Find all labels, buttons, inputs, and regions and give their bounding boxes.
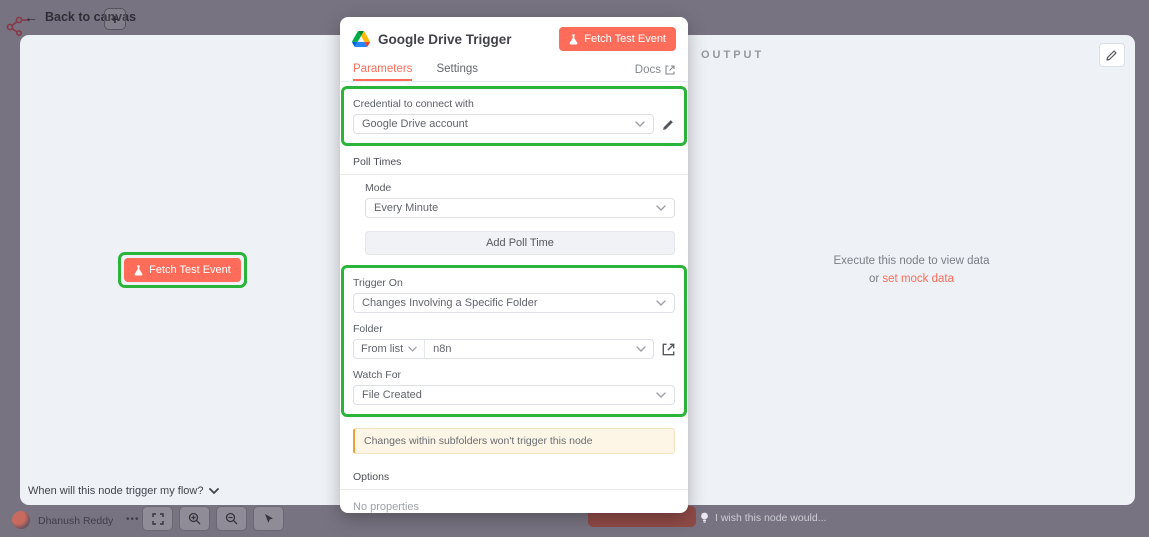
chevron-down-icon: [635, 121, 645, 127]
poll-times-section-header: Poll Times: [340, 152, 688, 175]
external-link-icon: [665, 65, 675, 75]
open-folder-link-button[interactable]: [662, 343, 675, 356]
tab-settings[interactable]: Settings: [436, 58, 478, 81]
green-highlight-box-credential: Credential to connect with Google Drive …: [341, 86, 687, 146]
green-highlight-box-trigger: Trigger On Changes Involving a Specific …: [341, 265, 687, 417]
cursor-pointer-icon: [263, 513, 275, 525]
trigger-help-toggle[interactable]: When will this node trigger my flow?: [28, 485, 219, 497]
trigger-on-label: Trigger On: [353, 277, 675, 289]
zoom-out-icon: [225, 512, 238, 525]
options-label: Options: [353, 471, 389, 483]
add-poll-time-button[interactable]: Add Poll Time: [365, 231, 675, 255]
set-mock-data-link[interactable]: set mock data: [882, 273, 954, 285]
chevron-down-icon: [408, 346, 417, 352]
user-menu-button[interactable]: •••: [126, 514, 140, 525]
modal-tabs: Parameters Settings Docs: [340, 58, 688, 82]
mode-select[interactable]: Every Minute: [365, 198, 675, 218]
interaction-mode-button[interactable]: [253, 506, 284, 531]
mode-label: Mode: [365, 182, 675, 194]
docs-label: Docs: [635, 64, 661, 76]
trigger-on-select[interactable]: Changes Involving a Specific Folder: [353, 293, 675, 313]
add-node-button[interactable]: +: [104, 8, 126, 30]
watch-for-label: Watch For: [353, 369, 675, 381]
poll-times-label: Poll Times: [353, 156, 401, 168]
user-avatar[interactable]: [12, 511, 30, 529]
options-empty-text: No properties: [353, 501, 675, 513]
zoom-out-button[interactable]: [216, 506, 247, 531]
input-pane: Fetch Test Event When will this node tri…: [20, 35, 345, 505]
fetch-test-event-button-header[interactable]: Fetch Test Event: [559, 27, 676, 51]
folder-value-select[interactable]: n8n: [425, 343, 636, 355]
docs-link[interactable]: Docs: [635, 64, 675, 76]
folder-mode-select[interactable]: From list: [354, 340, 425, 358]
lightbulb-icon: [700, 512, 709, 524]
wish-text: I wish this node would...: [715, 512, 826, 524]
input-pane-empty-state: Fetch Test Event: [20, 35, 345, 505]
chevron-down-icon: [656, 205, 666, 211]
folder-label: Folder: [353, 323, 675, 335]
chevron-down-icon: [656, 300, 666, 306]
mode-value: Every Minute: [374, 202, 438, 214]
chevron-down-icon: [209, 488, 219, 495]
fit-view-icon: [152, 513, 164, 525]
node-title: Google Drive Trigger: [378, 32, 559, 47]
chevron-down-icon: [636, 346, 646, 352]
credential-row: Google Drive account: [353, 114, 675, 134]
parameters-pane: Credential to connect with Google Drive …: [340, 82, 688, 513]
pencil-icon: [662, 118, 675, 131]
folder-resource-locator: From list n8n: [353, 339, 654, 359]
folder-row: From list n8n: [353, 339, 675, 359]
plus-icon: +: [111, 11, 119, 27]
fit-view-button[interactable]: [142, 506, 173, 531]
flask-icon: [569, 34, 578, 45]
output-pane: OUTPUT Execute this node to view data or…: [688, 35, 1135, 505]
fetch-test-event-header-label: Fetch Test Event: [584, 33, 666, 45]
output-empty-state: Execute this node to view data or set mo…: [688, 35, 1135, 505]
credential-value: Google Drive account: [362, 118, 468, 130]
folder-chevron[interactable]: [636, 346, 653, 352]
back-arrow-icon: ←: [24, 10, 38, 24]
user-name: Dhanush Reddy: [38, 515, 113, 527]
output-mock-line: or set mock data: [869, 270, 954, 288]
credential-label: Credential to connect with: [353, 98, 675, 110]
google-drive-icon: [352, 31, 370, 47]
output-empty-text: Execute this node to view data: [834, 252, 990, 270]
or-text: or: [869, 273, 882, 285]
app-screen: ← Back to canvas + Fetch Test Event When…: [0, 0, 1149, 537]
folder-mode-value: From list: [361, 343, 403, 355]
flask-icon: [134, 265, 143, 276]
wish-feedback-link[interactable]: I wish this node would...: [700, 512, 826, 524]
modal-header: Google Drive Trigger Fetch Test Event: [340, 17, 688, 58]
zoom-in-button[interactable]: [179, 506, 210, 531]
zoom-in-icon: [188, 512, 201, 525]
trigger-help-question: When will this node trigger my flow?: [28, 485, 203, 497]
options-section-header: Options: [340, 467, 688, 490]
edit-credential-button[interactable]: [662, 118, 675, 131]
node-settings-modal: Google Drive Trigger Fetch Test Event Pa…: [340, 17, 688, 513]
trigger-on-value: Changes Involving a Specific Folder: [362, 297, 537, 309]
green-highlight-box-input: Fetch Test Event: [118, 252, 247, 288]
subfolder-warning-notice: Changes within subfolders won't trigger …: [353, 428, 675, 454]
credential-select[interactable]: Google Drive account: [353, 114, 654, 134]
watch-for-select[interactable]: File Created: [353, 385, 675, 405]
external-link-icon: [662, 343, 675, 356]
fetch-test-event-button-input[interactable]: Fetch Test Event: [124, 258, 241, 282]
watch-for-value: File Created: [362, 389, 422, 401]
chevron-down-icon: [656, 392, 666, 398]
tab-parameters[interactable]: Parameters: [353, 58, 412, 81]
fetch-test-event-label: Fetch Test Event: [149, 264, 231, 276]
canvas-toolbar: [142, 506, 284, 531]
poll-times-content: Mode Every Minute Add Poll Time: [365, 182, 675, 255]
